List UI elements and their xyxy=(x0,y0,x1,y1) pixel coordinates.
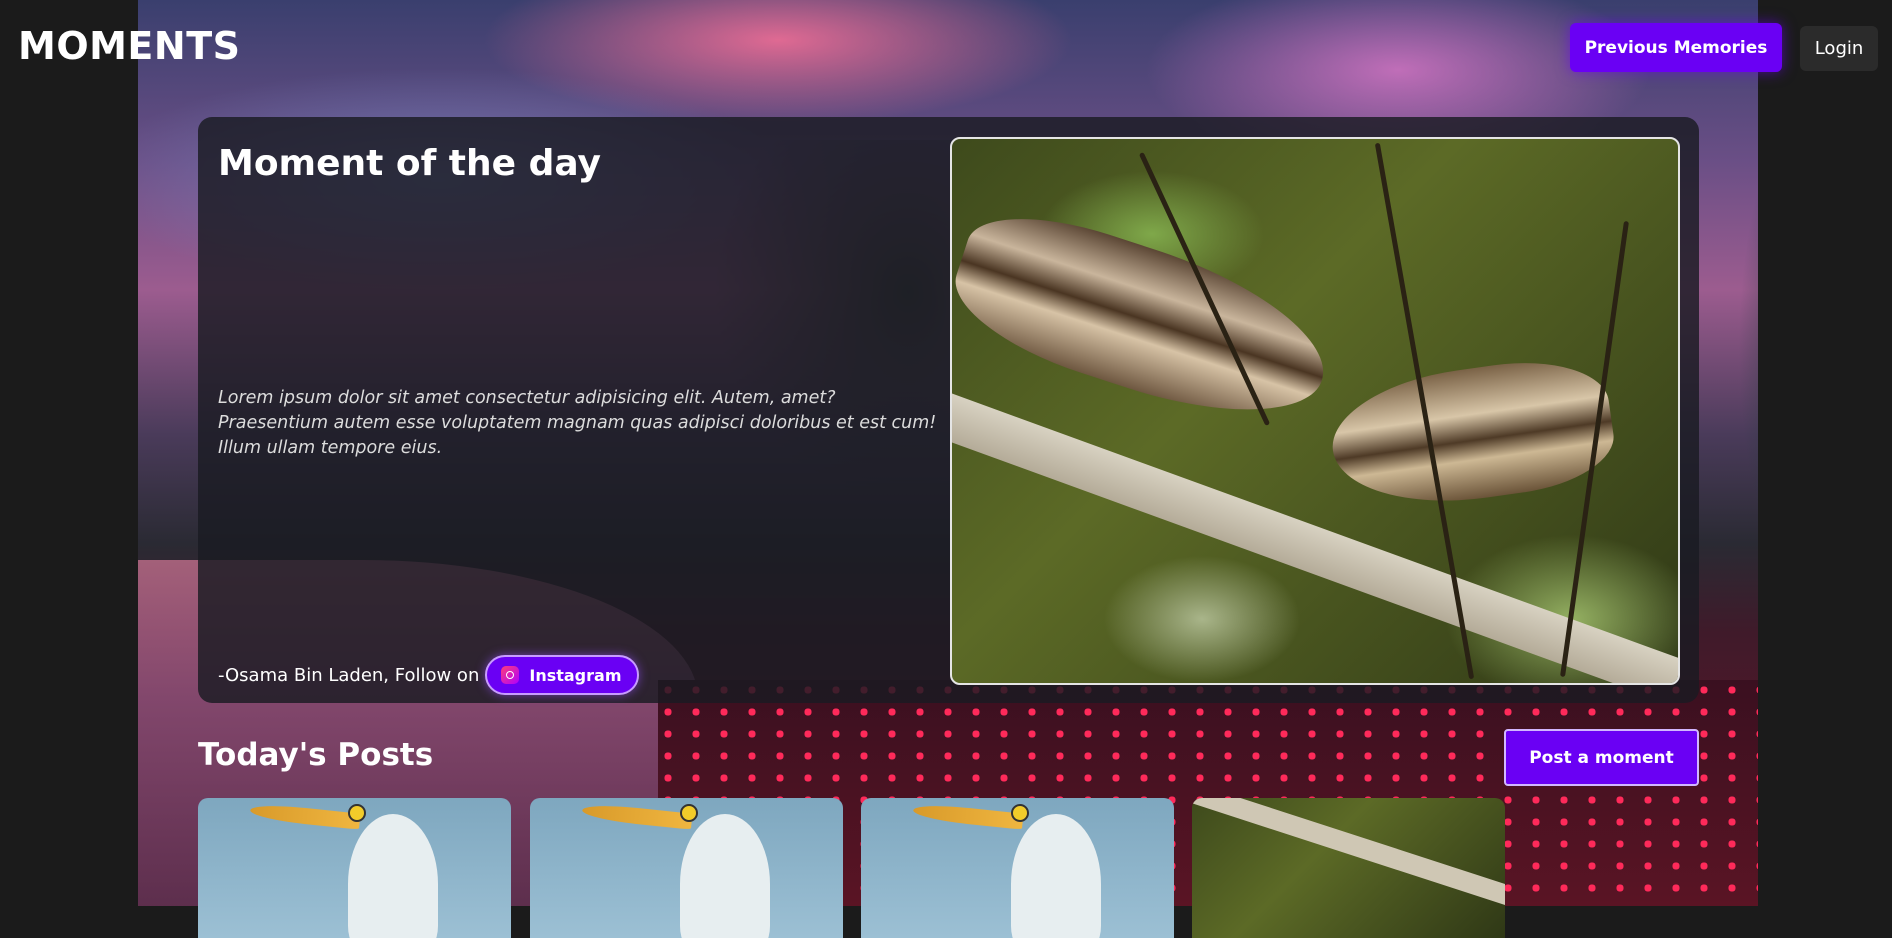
previous-memories-button[interactable]: Previous Memories xyxy=(1570,23,1782,72)
instagram-button[interactable]: Instagram xyxy=(485,655,640,695)
post-card-egret[interactable] xyxy=(198,798,511,938)
author-text: -Osama Bin Laden, Follow on xyxy=(218,664,480,686)
post-a-moment-button[interactable]: Post a moment xyxy=(1504,729,1699,786)
post-card-egret[interactable] xyxy=(861,798,1174,938)
mini-branch xyxy=(1192,798,1505,917)
photo-squirrel-left xyxy=(952,193,1345,445)
egret-eye xyxy=(680,804,698,822)
egret-beak xyxy=(249,802,361,830)
egret-head xyxy=(680,814,770,938)
egret-head xyxy=(1011,814,1101,938)
hero-photo xyxy=(950,137,1680,685)
login-button[interactable]: Login xyxy=(1800,26,1878,71)
egret-beak xyxy=(912,802,1024,830)
hero-author: -Osama Bin Laden, Follow on Instagram xyxy=(218,655,640,695)
hero-quote: Lorem ipsum dolor sit amet consectetur a… xyxy=(218,388,937,458)
instagram-icon xyxy=(501,666,520,684)
todays-posts-title: Today's Posts xyxy=(198,737,434,773)
post-card-egret[interactable] xyxy=(530,798,843,938)
egret-eye xyxy=(348,804,366,822)
background-tree-right xyxy=(1738,100,1758,600)
photo-squirrel-right xyxy=(1324,350,1620,518)
post-card-squirrels[interactable] xyxy=(1192,798,1505,938)
site-logo[interactable]: MOMENTS xyxy=(18,24,240,68)
egret-head xyxy=(348,814,438,938)
egret-eye xyxy=(1011,804,1029,822)
egret-beak xyxy=(581,802,693,830)
instagram-label: Instagram xyxy=(529,665,622,685)
hero-title: Moment of the day xyxy=(218,143,601,184)
moment-of-the-day-card: Moment of the day Lorem ipsum dolor sit … xyxy=(198,117,1699,703)
